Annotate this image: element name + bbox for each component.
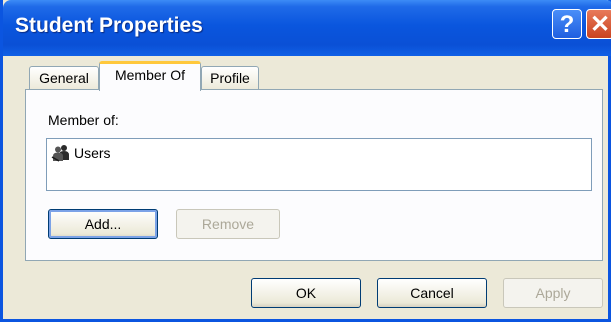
apply-button[interactable]: Apply [503, 278, 603, 308]
member-of-list[interactable]: Users [46, 138, 592, 191]
title-bar[interactable]: Student Properties ? ✕ [3, 0, 611, 56]
close-icon: ✕ [589, 11, 611, 38]
remove-button[interactable]: Remove [176, 209, 280, 239]
add-button[interactable]: Add... [48, 209, 158, 239]
tab-general[interactable]: General [29, 66, 99, 90]
close-button[interactable]: ✕ [586, 9, 611, 39]
properties-dialog: Student Properties ? ✕ General Member Of… [0, 0, 611, 322]
member-of-label: Member of: [48, 112, 119, 128]
group-name: Users [74, 145, 111, 161]
ok-button[interactable]: OK [251, 278, 361, 308]
cancel-button[interactable]: Cancel [377, 278, 487, 308]
users-group-icon [51, 145, 69, 162]
tab-panel-member-of: Member of: Users Add... Remove [25, 89, 603, 261]
window-title: Student Properties [15, 14, 203, 37]
help-icon: ? [559, 11, 575, 38]
tab-profile[interactable]: Profile [201, 66, 259, 90]
help-button[interactable]: ? [552, 9, 582, 39]
tab-member-of[interactable]: Member Of [99, 61, 201, 91]
